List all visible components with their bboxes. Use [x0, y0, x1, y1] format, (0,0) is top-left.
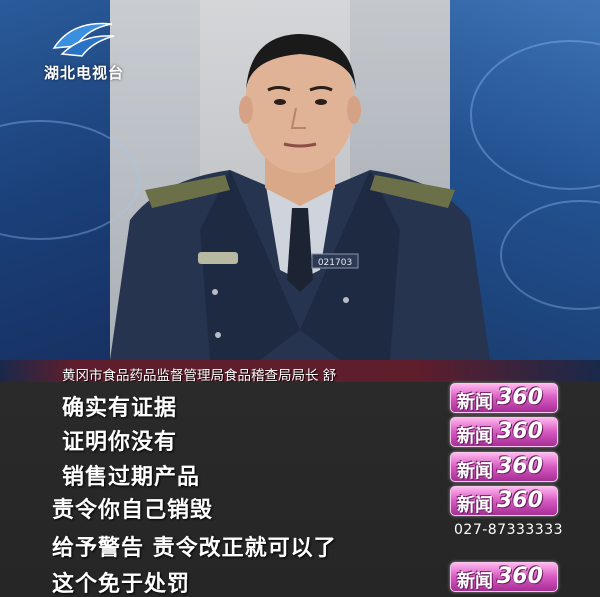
program-badge-number: 360 [497, 419, 543, 444]
program-badge: 新闻 360 [450, 417, 558, 447]
hotline-number: 027-87333333 [454, 522, 564, 538]
speaker-caption: 黄冈市食品药品监督管理局食品稽查局局长 舒 [62, 368, 337, 384]
program-badge-number: 360 [497, 385, 543, 410]
subtitle-line: 确实有证据 [62, 396, 178, 421]
program-badge: 新闻 360 [450, 452, 558, 482]
program-badge-number: 360 [497, 564, 543, 589]
subtitle-line: 证明你没有 [62, 430, 178, 455]
svg-text:021703: 021703 [318, 258, 352, 268]
program-badge: 新闻 360 [450, 486, 558, 516]
official-portrait: 021703 [110, 34, 490, 360]
program-badge-number: 360 [497, 488, 543, 513]
program-badge-name: 新闻 [457, 426, 493, 447]
video-frame: 湖北电视台 021703 黄冈市食品药品监督管理局食品稽查局局长 舒 确实有证据… [0, 0, 600, 597]
program-badge-name: 新闻 [457, 571, 493, 592]
subtitle-line: 责令你自己销毁 [52, 498, 214, 523]
program-badge: 新闻 360 [450, 562, 558, 592]
program-badge-name: 新闻 [457, 392, 493, 413]
subtitle-line: 这个免于处罚 [52, 572, 191, 597]
program-badge-name: 新闻 [457, 461, 493, 482]
program-badge-name: 新闻 [457, 495, 493, 516]
subtitle-line: 给予警告 责令改正就可以了 [52, 536, 337, 561]
program-badge: 新闻 360 [450, 383, 558, 413]
subtitle-line: 销售过期产品 [62, 465, 201, 490]
program-badge-number: 360 [497, 454, 543, 479]
